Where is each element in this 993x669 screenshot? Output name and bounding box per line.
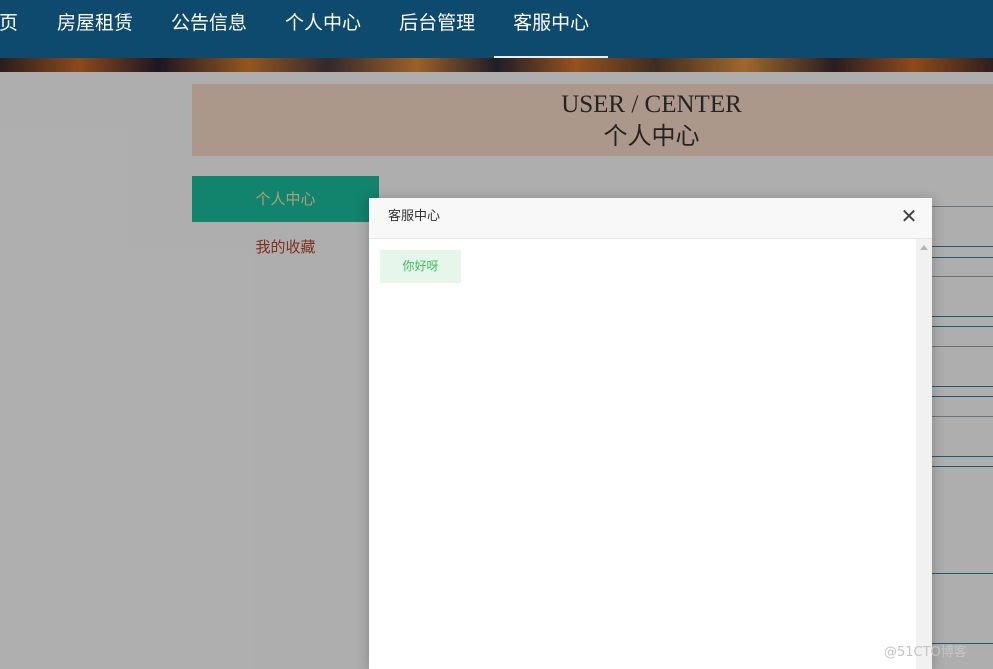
chat-message-bubble: 你好呀 bbox=[380, 250, 461, 283]
nav-item-admin[interactable]: 后台管理 bbox=[380, 0, 494, 58]
scroll-up-arrow-icon[interactable] bbox=[920, 245, 928, 250]
dialog-header: 客服中心 ✕ bbox=[369, 198, 932, 239]
close-icon[interactable]: ✕ bbox=[900, 206, 918, 226]
customer-service-dialog: 客服中心 ✕ 你好呀 bbox=[369, 198, 932, 669]
nav-item-announcements[interactable]: 公告信息 bbox=[152, 0, 266, 58]
nav-item-customer-service[interactable]: 客服中心 bbox=[494, 0, 609, 58]
nav-item-home[interactable]: 页 bbox=[0, 0, 38, 58]
nav-item-rental[interactable]: 房屋租赁 bbox=[38, 0, 152, 58]
top-nav: 页 房屋租赁 公告信息 个人中心 后台管理 客服中心 bbox=[0, 0, 993, 58]
dialog-title: 客服中心 bbox=[388, 209, 441, 224]
chat-scrollbar[interactable] bbox=[916, 239, 932, 669]
watermark: @51CTO博客 bbox=[884, 645, 967, 660]
nav-item-personal-center[interactable]: 个人中心 bbox=[266, 0, 380, 58]
chat-message-area: 你好呀 bbox=[369, 239, 916, 669]
